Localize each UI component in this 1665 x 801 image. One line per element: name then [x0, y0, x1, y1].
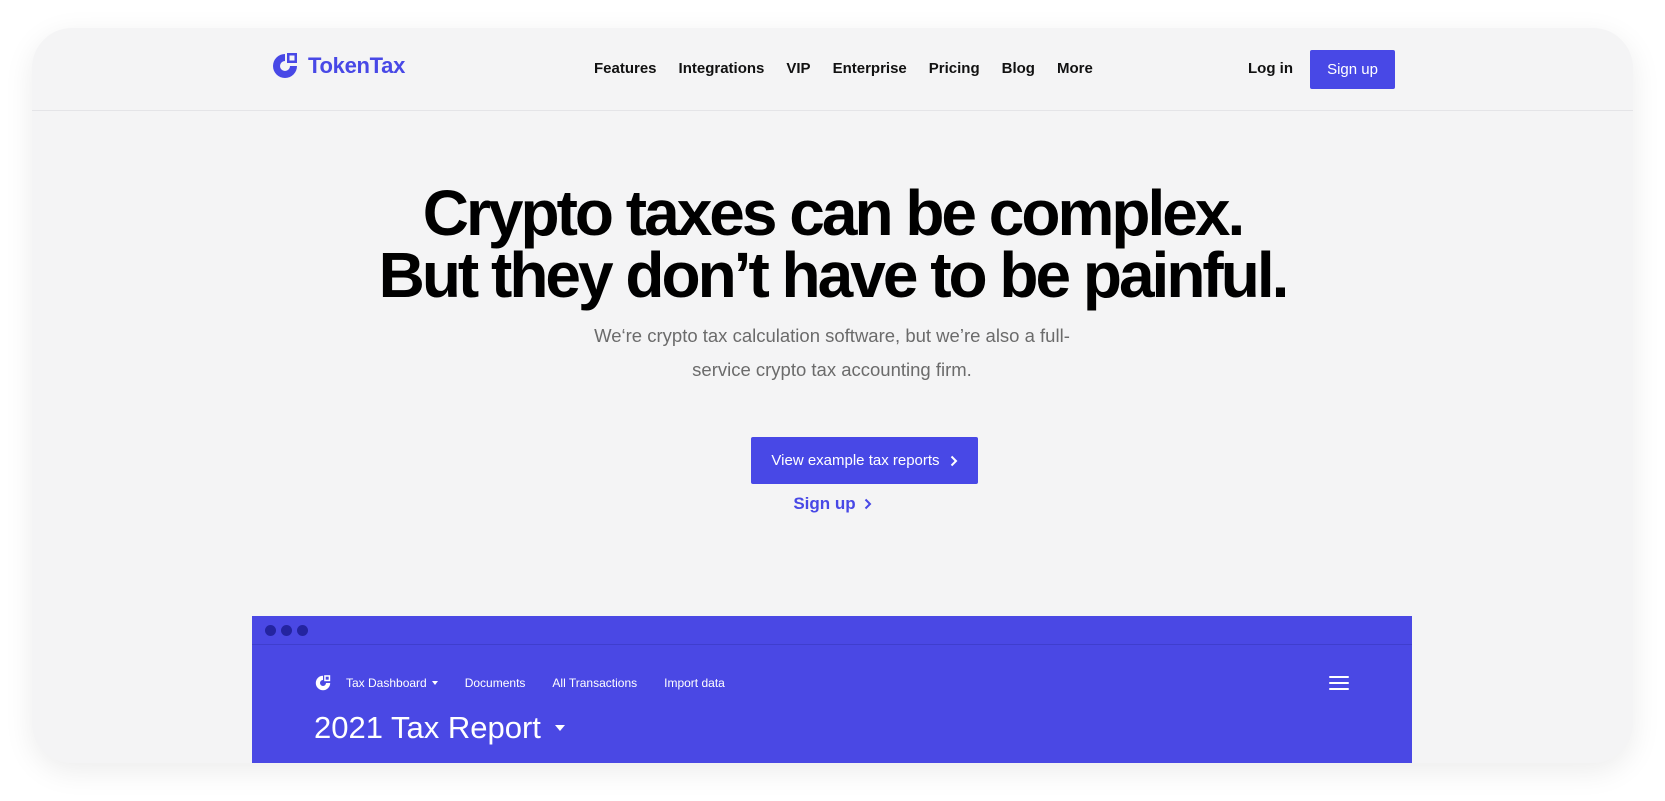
app-preview: Tax Dashboard Documents All Transactions…: [252, 616, 1412, 763]
window-dot-icon: [297, 624, 308, 636]
tokentax-logo-icon: [273, 53, 297, 78]
nav-blog[interactable]: Blog: [1002, 60, 1035, 77]
brand-logo[interactable]: TokenTax: [270, 51, 405, 81]
window-titlebar: [252, 616, 1412, 645]
top-nav: TokenTax Features Integrations VIP Enter…: [32, 28, 1633, 111]
report-title-dropdown[interactable]: 2021 Tax Report: [314, 710, 565, 746]
nav-integrations[interactable]: Integrations: [679, 60, 765, 77]
nav-enterprise[interactable]: Enterprise: [833, 60, 907, 77]
chevron-right-icon: [864, 498, 872, 510]
preview-nav-tax-dashboard[interactable]: Tax Dashboard: [346, 676, 438, 690]
brand-name: TokenTax: [308, 53, 406, 78]
nav-pricing[interactable]: Pricing: [929, 60, 980, 77]
chevron-right-icon: [950, 455, 957, 466]
nav-more[interactable]: More: [1057, 60, 1093, 77]
main-nav: Features Integrations VIP Enterprise Pri…: [594, 60, 1093, 77]
hero-title-line1: Crypto taxes can be complex.: [422, 177, 1245, 249]
hero-title: Crypto taxes can be complex. But they do…: [32, 177, 1633, 311]
tax-dashboard-label: Tax Dashboard: [346, 676, 427, 690]
page-frame: TokenTax Features Integrations VIP Enter…: [32, 28, 1633, 763]
window-dot-icon: [265, 624, 276, 636]
hero-title-line2: But they don’t have to be painful.: [378, 239, 1290, 311]
tokentax-logo-icon: [315, 675, 331, 691]
hero-signup-link[interactable]: Sign up: [32, 494, 1633, 514]
signup-button[interactable]: Sign up: [1310, 50, 1395, 89]
report-title: 2021 Tax Report: [314, 710, 541, 745]
hero-signup-label: Sign up: [793, 494, 856, 513]
preview-nav-documents[interactable]: Documents: [465, 676, 526, 690]
hero-subtitle: We‘re crypto tax calculation software, b…: [594, 325, 1070, 380]
preview-nav-import-data[interactable]: Import data: [664, 676, 725, 690]
preview-nav-all-transactions[interactable]: All Transactions: [552, 676, 637, 690]
nav-features[interactable]: Features: [594, 60, 657, 77]
caret-down-icon: [431, 681, 438, 685]
view-example-reports-label: View example tax reports: [771, 452, 940, 469]
hamburger-menu-icon[interactable]: [1329, 676, 1349, 690]
caret-down-icon: [554, 725, 565, 731]
preview-nav: Tax Dashboard Documents All Transactions…: [314, 674, 752, 692]
login-link[interactable]: Log in: [1248, 60, 1293, 77]
view-example-reports-button[interactable]: View example tax reports: [751, 437, 978, 484]
window-dot-icon: [281, 624, 292, 636]
nav-vip[interactable]: VIP: [786, 60, 810, 77]
